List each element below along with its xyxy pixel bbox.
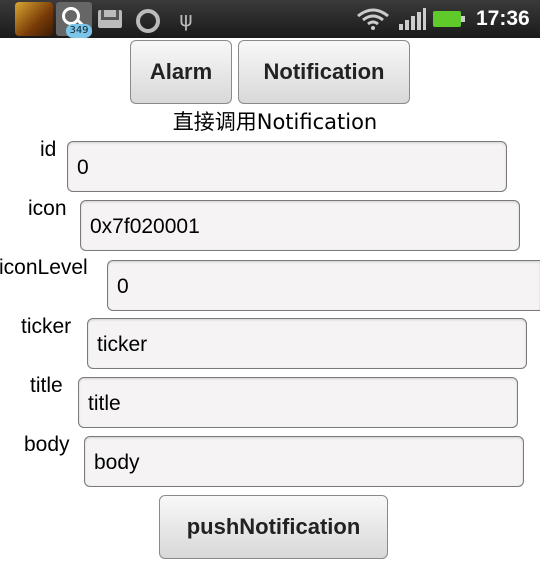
icon-level-label: iconLevel bbox=[0, 256, 88, 279]
id-label: id bbox=[40, 138, 57, 161]
signal-icon bbox=[399, 8, 426, 30]
body-field[interactable]: body bbox=[84, 436, 524, 487]
usb-icon: ψ bbox=[179, 7, 193, 31]
gmail-icon bbox=[98, 10, 122, 28]
battery-icon bbox=[433, 11, 465, 27]
icon-level-field[interactable]: 0 bbox=[107, 260, 540, 311]
ticker-label: ticker bbox=[21, 315, 72, 338]
icon-label: icon bbox=[28, 197, 67, 220]
notification-badge: 349 bbox=[66, 24, 92, 38]
wifi-icon bbox=[357, 8, 389, 30]
clock: 17:36 bbox=[476, 7, 530, 30]
sync-icon bbox=[136, 9, 160, 33]
page-heading: 直接调用Notification bbox=[172, 110, 378, 134]
alarm-button[interactable]: Alarm bbox=[130, 40, 232, 104]
icon-field[interactable]: 0x7f020001 bbox=[80, 200, 520, 251]
title-label: title bbox=[30, 374, 63, 397]
app-icon bbox=[15, 2, 53, 36]
id-field[interactable]: 0 bbox=[67, 141, 507, 192]
title-field[interactable]: title bbox=[78, 377, 518, 428]
notification-button[interactable]: Notification bbox=[238, 40, 410, 104]
status-bar: 349 ψ 17:36 bbox=[0, 0, 540, 38]
ticker-field[interactable]: ticker bbox=[87, 318, 527, 369]
push-notification-button[interactable]: pushNotification bbox=[159, 495, 388, 559]
body-label: body bbox=[24, 433, 70, 456]
